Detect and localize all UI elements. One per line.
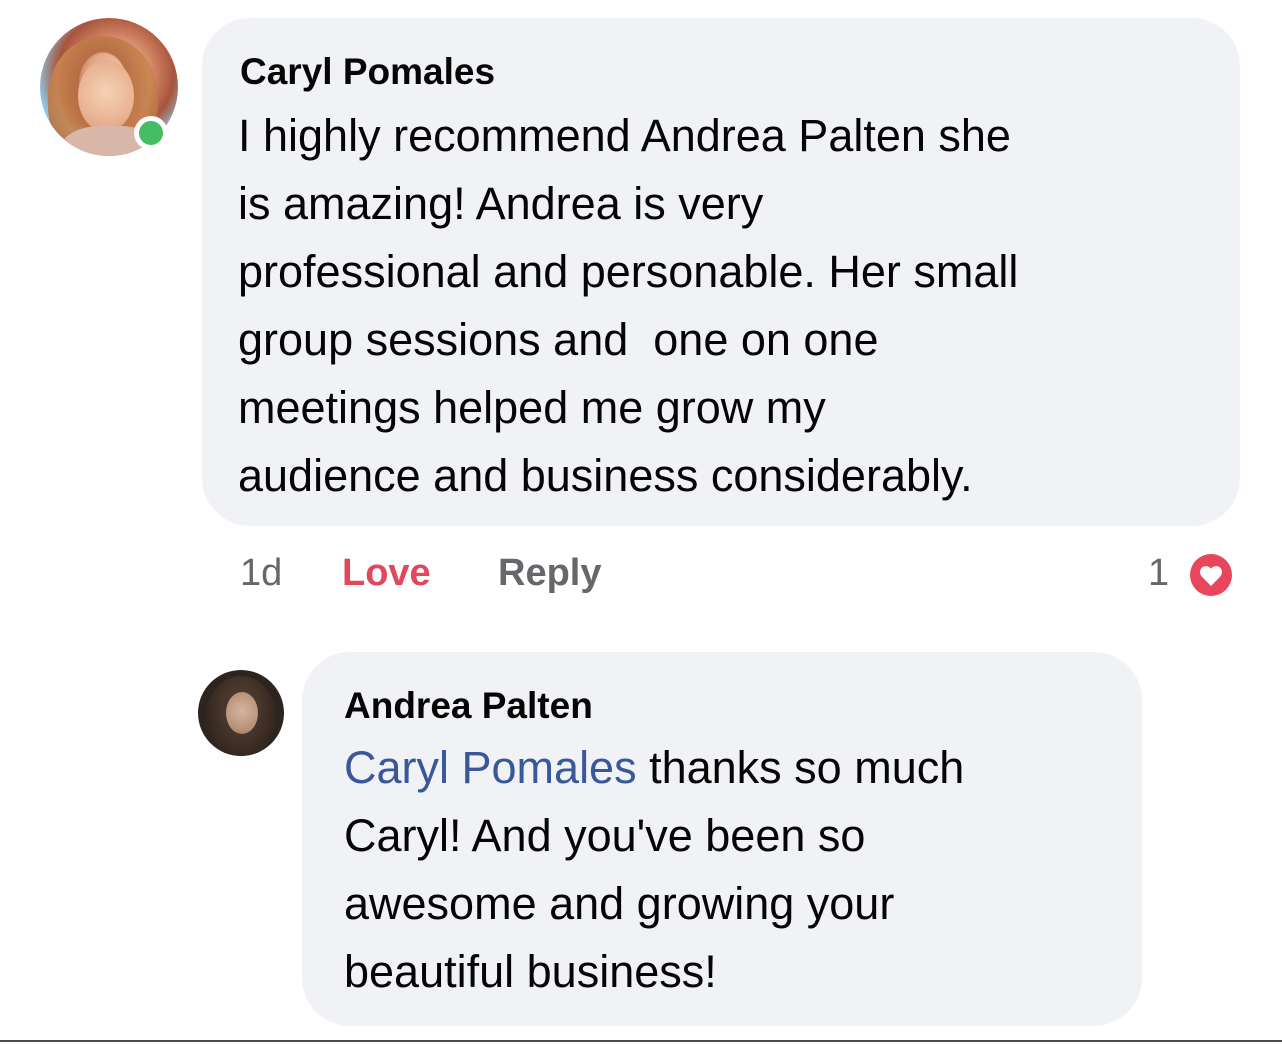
reply-button[interactable]: Reply: [498, 548, 601, 598]
comment-timestamp[interactable]: 1d: [240, 548, 282, 598]
comment-author-name[interactable]: Caryl Pomales: [240, 50, 495, 94]
comment-line: is amazing! Andrea is very: [238, 178, 764, 229]
comment-line: audience and business considerably.: [238, 450, 973, 501]
divider: [0, 1040, 1282, 1042]
avatar-face: [78, 60, 134, 132]
reply-text: Caryl Pomales thanks so much Caryl! And …: [344, 734, 964, 1006]
reply-bubble: Andrea Palten Caryl Pomales thanks so mu…: [302, 652, 1142, 1026]
comment-line: group sessions and one on one: [238, 314, 879, 365]
reply-line: awesome and growing your: [344, 878, 895, 929]
heart-icon: [1186, 550, 1236, 600]
love-reaction-button[interactable]: Love: [342, 548, 431, 598]
mention-link[interactable]: Caryl Pomales: [344, 742, 637, 793]
reply-author-name[interactable]: Andrea Palten: [344, 684, 593, 728]
reply-line: thanks so much: [636, 742, 965, 793]
reaction-count: 1: [1148, 552, 1170, 594]
reply-line: Caryl! And you've been so: [344, 810, 866, 861]
comment-line: I highly recommend Andrea Palten she: [238, 110, 1011, 161]
online-status-icon: [134, 116, 168, 150]
comment-line: professional and personable. Her small: [238, 246, 1019, 297]
comment-text: I highly recommend Andrea Palten she is …: [238, 102, 1018, 510]
avatar-face: [226, 692, 258, 734]
reply-line: beautiful business!: [344, 946, 717, 997]
comment-thread: Caryl Pomales I highly recommend Andrea …: [0, 0, 1282, 1045]
avatar-andrea-palten[interactable]: [198, 670, 284, 756]
comment-bubble: Caryl Pomales I highly recommend Andrea …: [202, 18, 1240, 526]
comment-line: meetings helped me grow my: [238, 382, 826, 433]
